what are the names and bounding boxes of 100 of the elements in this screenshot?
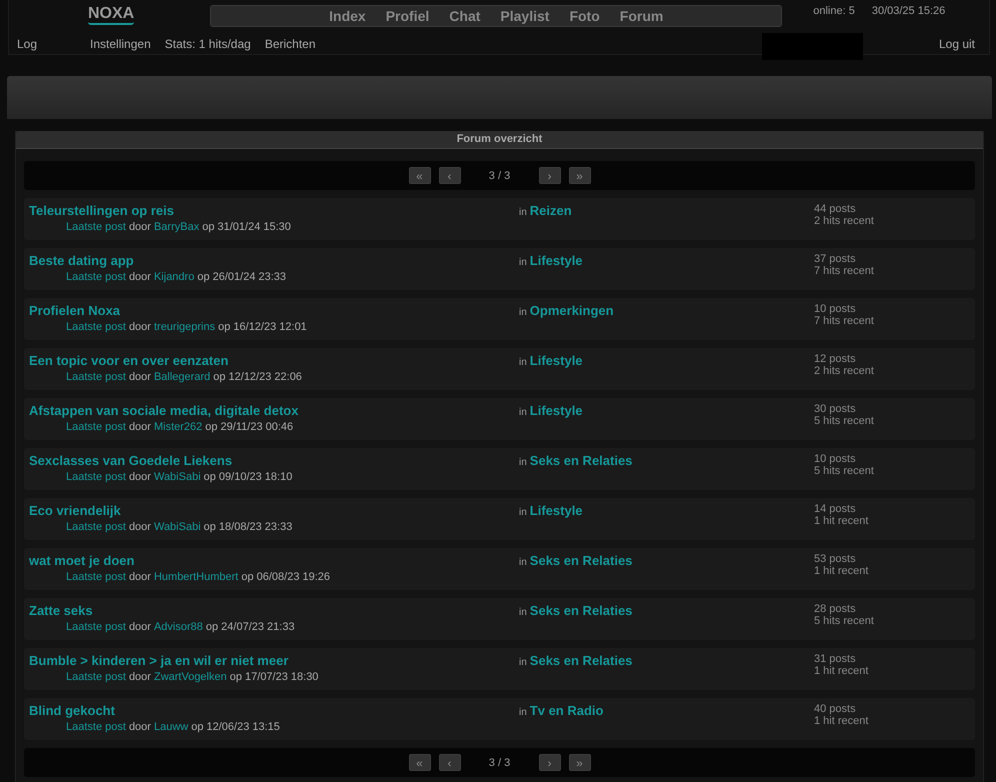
post-date: op 06/08/23 19:26 [241, 571, 330, 584]
post-count: 28 posts [814, 603, 857, 615]
recent-hits: 5 hits recent [814, 465, 874, 477]
next-page-button[interactable]: › [538, 167, 560, 184]
next-page-button[interactable]: › [538, 754, 560, 771]
post-count: 10 posts [814, 303, 857, 315]
category-link[interactable]: Lifestyle [530, 353, 583, 368]
nav-link[interactable]: Profiel [376, 6, 440, 26]
in-label: in [519, 357, 527, 368]
nav-link[interactable]: Foto [559, 6, 610, 26]
last-post-link[interactable]: Laatste post [66, 571, 126, 584]
post-date: op 26/01/24 23:33 [197, 271, 286, 284]
topic-title[interactable]: Blind gekocht [29, 703, 115, 718]
previous-page-button[interactable]: ‹ [438, 167, 460, 184]
recent-hits: 2 hits recent [814, 365, 874, 377]
previous-page-button[interactable]: ‹ [438, 754, 460, 771]
username-link[interactable]: Mister262 [154, 421, 202, 434]
nav-link[interactable]: Chat [439, 6, 490, 26]
online-count: online: 5 [813, 5, 855, 17]
page-indicator: 3 / 3 [488, 756, 512, 768]
site-logo[interactable]: NOXA [88, 5, 134, 25]
username-link[interactable]: HumbertHumbert [154, 571, 238, 584]
last-post-link[interactable]: Laatste post [66, 221, 126, 234]
by-label: door [128, 321, 151, 334]
recent-hits: 1 hit recent [814, 715, 868, 727]
last-post-link[interactable]: Laatste post [66, 671, 126, 684]
category-link[interactable]: Seks en Relaties [530, 553, 632, 568]
category-link[interactable]: Seks en Relaties [530, 453, 632, 468]
username-link[interactable]: Advisor88 [154, 621, 203, 634]
header-link[interactable]: Stats: 1 hits/dag [164, 37, 251, 51]
category-link[interactable]: Lifestyle [530, 503, 583, 518]
topic-title[interactable]: Eco vriendelijk [29, 503, 121, 518]
post-count: 37 posts [814, 253, 857, 265]
nav-link[interactable]: Playlist [490, 6, 560, 26]
recent-hits: 5 hits recent [814, 615, 874, 627]
post-date: op 29/11/23 00:46 [205, 421, 294, 434]
header-link[interactable]: Instellingen [90, 37, 151, 51]
topic-title[interactable]: Sexclasses van Goedele Liekens [29, 453, 232, 468]
nav-link[interactable]: Forum [610, 6, 674, 26]
category-link[interactable]: Tv en Radio [530, 703, 604, 718]
last-post-link[interactable]: Laatste post [66, 321, 126, 334]
by-label: door [128, 421, 151, 434]
last-post-link[interactable]: Laatste post [66, 521, 126, 534]
last-post-link[interactable]: Laatste post [66, 471, 126, 484]
topic-title[interactable]: Zatte seks [29, 603, 93, 618]
in-label: in [519, 607, 527, 618]
last-post-link[interactable]: Laatste post [66, 271, 126, 284]
page-indicator: 3 / 3 [488, 170, 512, 182]
nav-link[interactable]: Index [319, 6, 376, 26]
post-count: 10 posts [814, 453, 857, 465]
username-link[interactable]: Kijandro [154, 271, 194, 284]
last-post-link[interactable]: Laatste post [66, 621, 126, 634]
topic-title[interactable]: Afstappen van sociale media, digitale detox [29, 403, 298, 418]
username-link[interactable]: WabiSabi [154, 471, 201, 484]
last-page-button[interactable]: » [568, 167, 590, 184]
topic-title[interactable]: wat moet je doen [29, 553, 134, 568]
panel-title: Forum overzicht [16, 131, 983, 149]
header-link[interactable]: Berichten [264, 37, 316, 51]
post-date: op 24/07/23 21:33 [206, 621, 295, 634]
last-post-link[interactable]: Laatste post [66, 371, 126, 384]
by-label: door [128, 721, 151, 734]
username-link[interactable]: Lauww [154, 721, 188, 734]
in-label: in [519, 307, 527, 318]
by-label: door [128, 521, 151, 534]
logout-link[interactable]: Log uit [938, 37, 975, 51]
category-link[interactable]: Reizen [530, 203, 572, 218]
username-link[interactable]: ZwartVogelken [154, 671, 227, 684]
in-label: in [519, 257, 527, 268]
post-date: op 12/06/23 13:15 [191, 721, 280, 734]
post-date: op 09/10/23 18:10 [204, 471, 292, 484]
username-link[interactable]: WabiSabi [154, 521, 201, 534]
topic-title[interactable]: Bumble > kinderen > ja en wil er niet meer [29, 653, 288, 668]
topic-title[interactable]: Profielen Noxa [29, 303, 120, 318]
by-label: door [128, 621, 151, 634]
topic-title[interactable]: Teleurstellingen op reis [29, 203, 174, 218]
first-page-button[interactable]: « [408, 167, 430, 184]
category-link[interactable]: Lifestyle [530, 253, 583, 268]
category-link[interactable]: Lifestyle [530, 403, 583, 418]
post-date: op 17/07/23 18:30 [230, 671, 318, 684]
last-post-link[interactable]: Laatste post [66, 421, 126, 434]
category-link[interactable]: Seks en Relaties [530, 603, 632, 618]
topic-title[interactable]: Beste dating app [29, 253, 134, 268]
by-label: door [128, 671, 151, 684]
last-page-button[interactable]: » [568, 754, 590, 771]
post-date: op 31/01/24 15:30 [202, 221, 291, 234]
username-link[interactable]: Ballegerard [154, 371, 210, 384]
category-link[interactable]: Opmerkingen [530, 303, 614, 318]
username-link[interactable]: BarryBax [154, 221, 200, 234]
category-link[interactable]: Seks en Relaties [530, 653, 632, 668]
username-link[interactable]: treurigeprins [154, 321, 216, 334]
last-post-link[interactable]: Laatste post [66, 721, 126, 734]
recent-hits: 1 hit recent [814, 665, 868, 677]
first-page-button[interactable]: « [408, 754, 430, 771]
in-label: in [519, 207, 527, 218]
date-time: 30/03/25 15:26 [872, 5, 946, 17]
topic-title[interactable]: Een topic voor en over eenzaten [29, 353, 228, 368]
in-label: in [519, 557, 527, 568]
recent-hits: 7 hits recent [814, 265, 874, 277]
recent-hits: 1 hit recent [814, 565, 868, 577]
header-link[interactable]: Log [17, 37, 38, 51]
